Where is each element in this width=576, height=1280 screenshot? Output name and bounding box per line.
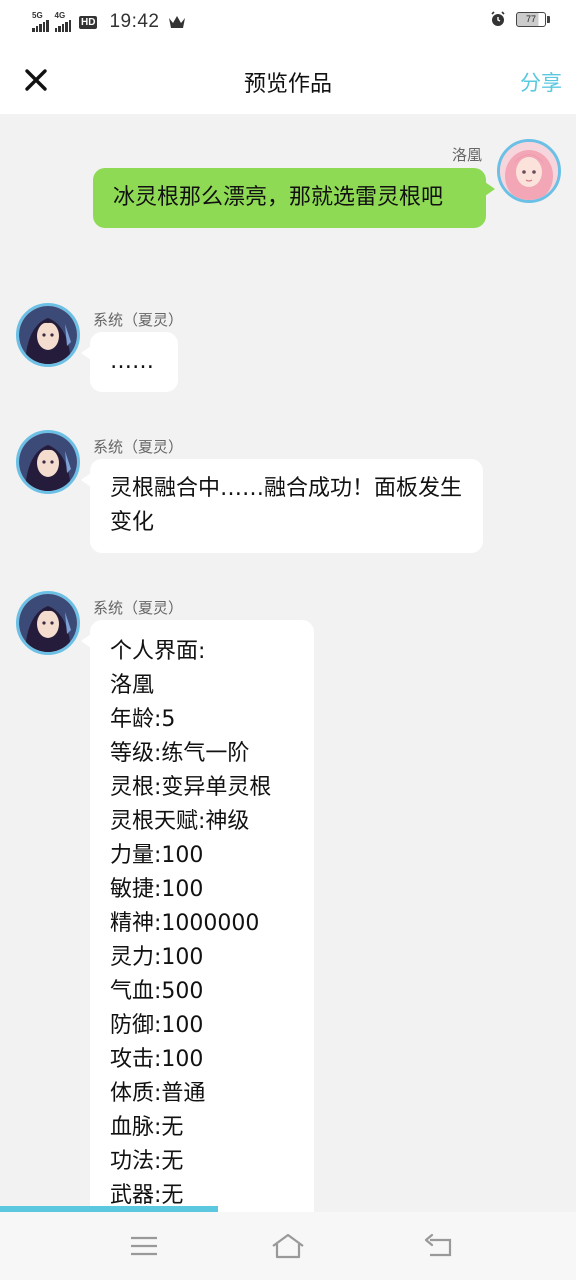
crown-icon — [168, 16, 185, 28]
menu-icon[interactable] — [126, 1230, 162, 1262]
stat-line: 洛凰 — [110, 673, 155, 698]
title-bar: 预览作品 分享 — [0, 46, 576, 114]
stat-line: 等级:练气一阶 — [110, 741, 250, 766]
clock-time: 19:42 — [109, 11, 160, 32]
page-title: 预览作品 — [243, 72, 332, 97]
stat-line: 精神:1000000 — [110, 911, 260, 936]
message-text: …… — [110, 349, 154, 374]
stat-line: 敏捷:100 — [110, 877, 204, 902]
message-text: 冰灵根那么漂亮，那就选雷灵根吧 — [113, 185, 444, 210]
back-icon[interactable] — [422, 1230, 458, 1262]
message-bubble-right[interactable]: 冰灵根那么漂亮，那就选雷灵根吧 — [93, 168, 495, 228]
network-5g-label: 5G — [32, 11, 43, 20]
stat-line: 灵根:变异单灵根 — [110, 775, 272, 800]
hd-voice-icon: HD — [79, 15, 98, 29]
home-icon[interactable] — [270, 1230, 306, 1262]
sender-name: 系统（夏灵） — [93, 599, 184, 617]
stat-line: 攻击:100 — [110, 1047, 204, 1072]
message-bubble-left[interactable]: 个人界面: 洛凰 年龄:5 等级:练气一阶 灵根:变异单灵根 灵根天赋:神级 力… — [81, 620, 314, 1212]
sender-name: 系统（夏灵） — [93, 438, 184, 456]
message-bubble-left[interactable]: …… — [81, 332, 178, 392]
battery-icon: 77 — [516, 11, 550, 27]
signal-5g-icon: 5G — [32, 12, 49, 32]
stat-line: 功法:无 — [110, 1149, 184, 1174]
stat-line: 体质:普通 — [110, 1081, 206, 1106]
status-bar: 5G 4G HD 19:42 77 — [0, 0, 576, 46]
share-button[interactable]: 分享 — [520, 67, 562, 97]
status-bar-left: 5G 4G HD 19:42 — [32, 8, 186, 36]
signal-4g-icon: 4G — [54, 11, 71, 32]
system-nav-bar — [0, 1212, 576, 1280]
alarm-icon — [491, 11, 505, 26]
system-xialing-avatar[interactable] — [16, 430, 80, 494]
stat-line: 血脉:无 — [110, 1115, 184, 1140]
stat-line: 个人界面: — [110, 639, 206, 664]
system-xialing-avatar[interactable] — [16, 303, 80, 367]
system-xialing-avatar[interactable] — [16, 591, 80, 655]
chat-area[interactable]: 洛凰 冰灵根那么漂亮，那就选雷灵根吧 系统（夏灵） …… 系统（夏灵） 灵根融合… — [0, 114, 576, 1212]
stat-line: 力量:100 — [110, 843, 204, 868]
message-bubble-left[interactable]: 灵根融合中……融合成功！面板发生变化 — [81, 459, 483, 553]
stat-line: 气血:500 — [110, 979, 204, 1004]
sender-name: 系统（夏灵） — [93, 311, 184, 329]
pink-hair-girl-avatar[interactable] — [497, 139, 561, 203]
sender-name: 洛凰 — [451, 146, 482, 164]
message-text: 灵根融合中……融合成功！面板发生变化 — [110, 476, 463, 535]
status-bar-right: 77 — [490, 11, 550, 27]
stat-line: 灵根天赋:神级 — [110, 809, 250, 834]
network-4g-label: 4G — [54, 11, 66, 20]
stat-line: 防御:100 — [110, 1013, 204, 1038]
stat-line: 灵力:100 — [110, 945, 204, 970]
stat-line: 年龄:5 — [110, 707, 176, 732]
